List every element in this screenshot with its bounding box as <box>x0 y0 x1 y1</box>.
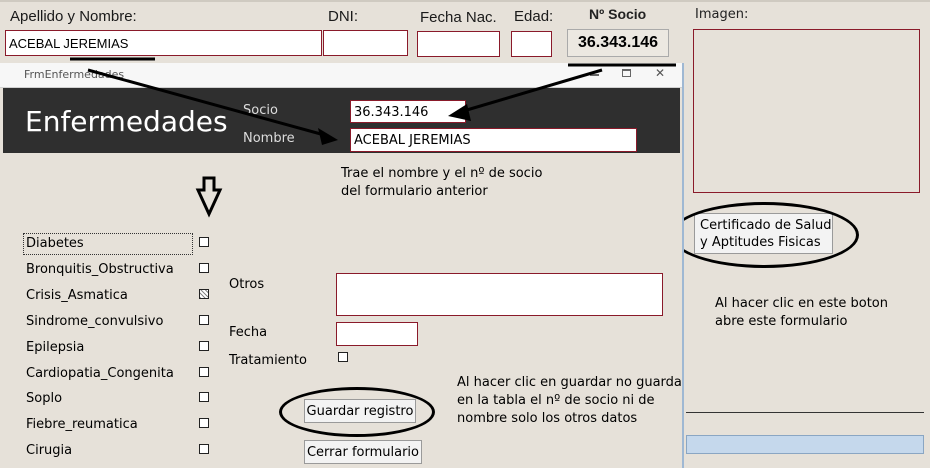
arrow-nombre-head <box>318 128 338 145</box>
down-arrow-icon <box>195 176 223 218</box>
arrow-socio-head <box>448 104 471 121</box>
arrow-nombre <box>87 68 329 138</box>
arrow-socio <box>459 68 603 114</box>
annotation-arrows <box>70 57 676 218</box>
